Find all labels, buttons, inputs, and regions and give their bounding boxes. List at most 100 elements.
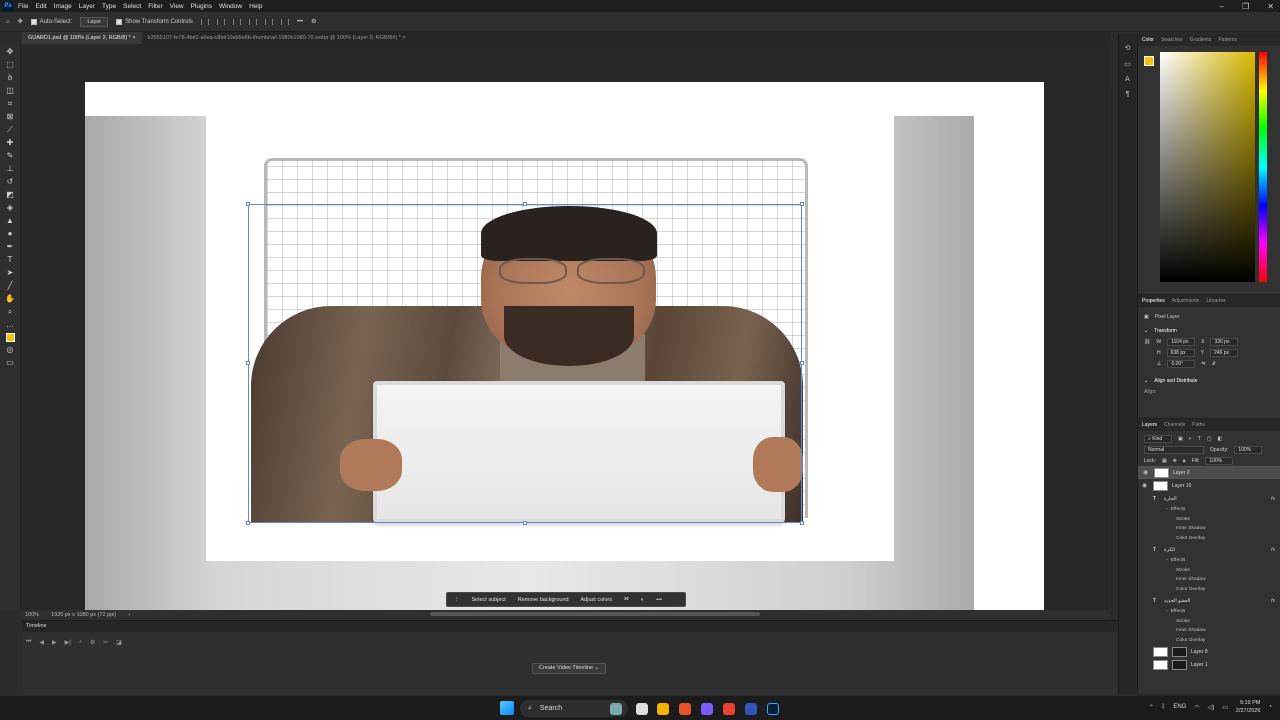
marquee-icon[interactable]: ⬚ bbox=[5, 60, 16, 70]
show-transform-option[interactable]: Show Transform Controls bbox=[116, 18, 193, 25]
menu-view[interactable]: View bbox=[170, 3, 184, 10]
chevron-up-icon[interactable]: ⌃ bbox=[1149, 704, 1154, 711]
frame-icon[interactable]: ⊠ bbox=[5, 112, 16, 122]
home-icon[interactable]: ⌂ bbox=[6, 19, 10, 25]
chevron-down-icon[interactable]: ⌄ bbox=[595, 665, 600, 671]
align-middle-icon[interactable] bbox=[264, 18, 273, 25]
zoom-icon[interactable]: ⌕ bbox=[5, 307, 16, 317]
visibility-eye-icon[interactable]: ◉ bbox=[1143, 469, 1150, 476]
filter-smart-icon[interactable]: ◧ bbox=[1218, 436, 1223, 442]
clone-stamp-icon[interactable]: ⊥ bbox=[5, 164, 16, 174]
tab-patterns[interactable]: Patterns bbox=[1218, 37, 1237, 43]
lasso-icon[interactable]: ꝺ bbox=[5, 73, 16, 83]
type-icon[interactable]: T bbox=[5, 255, 16, 265]
tab-guard1[interactable]: GUARD1.psd @ 100% (Layer 2, RGB/8) * × bbox=[22, 32, 142, 44]
tab-adjustments[interactable]: Adjustments bbox=[1172, 298, 1200, 304]
app-icon[interactable] bbox=[701, 703, 713, 715]
task-view-icon[interactable] bbox=[610, 703, 622, 715]
filter-shape-icon[interactable]: ▢ bbox=[1207, 436, 1212, 442]
show-transform-checkbox[interactable] bbox=[116, 18, 123, 25]
transform-handle[interactable] bbox=[523, 521, 527, 525]
tab-properties[interactable]: Properties bbox=[1142, 298, 1165, 304]
close-tab-icon[interactable]: × bbox=[132, 35, 135, 41]
screen-mode-icon[interactable]: ▭ bbox=[5, 358, 16, 368]
transform-handle[interactable] bbox=[246, 521, 250, 525]
tab-channels[interactable]: Channels bbox=[1164, 422, 1185, 428]
zoom-level[interactable]: 100% bbox=[25, 612, 39, 618]
fx-icon[interactable]: fx bbox=[1271, 547, 1275, 553]
language-indicator[interactable]: ENG bbox=[1173, 704, 1186, 710]
filter-adjust-icon[interactable]: ◐ bbox=[1189, 436, 1192, 442]
align-section[interactable]: ⌄ Align and Distribute bbox=[1138, 375, 1280, 386]
align-left-icon[interactable] bbox=[200, 18, 209, 25]
path-select-icon[interactable]: ➤ bbox=[5, 268, 16, 278]
clock[interactable]: 9:19 PM 2/27/2026 bbox=[1236, 699, 1260, 715]
tab-swatches[interactable]: Swatches bbox=[1161, 37, 1183, 43]
tab-libraries[interactable]: Libraries bbox=[1206, 298, 1225, 304]
menu-layer[interactable]: Layer bbox=[79, 3, 95, 10]
create-video-timeline-button[interactable]: Create Video Timeline ⌄ bbox=[532, 663, 607, 674]
vertical-scrollbar[interactable] bbox=[1109, 88, 1110, 610]
effects-row[interactable]: ◦ Effects bbox=[1138, 505, 1280, 515]
layer-name[interactable]: الحارة bbox=[1164, 496, 1177, 502]
lock-pixels-icon[interactable]: ▦ bbox=[1162, 458, 1167, 464]
foreground-swatch[interactable] bbox=[1144, 56, 1154, 66]
mask-icon[interactable]: ◐ bbox=[638, 596, 647, 604]
layer-name[interactable]: Layer 2 bbox=[1173, 470, 1190, 476]
fill-field[interactable]: 100% bbox=[1205, 456, 1234, 465]
settings-gear-icon[interactable]: ⚙ bbox=[311, 18, 316, 25]
layer-row[interactable]: ◉ Layer 10 bbox=[1138, 479, 1280, 492]
opacity-field[interactable]: 100% bbox=[1234, 445, 1263, 454]
effect-row[interactable]: Inner Shadow bbox=[1138, 524, 1280, 534]
effects-row[interactable]: ◦ Effects bbox=[1138, 556, 1280, 566]
select-subject-button[interactable]: Select subject bbox=[469, 596, 509, 604]
transform-icon[interactable]: ⟗ bbox=[621, 595, 632, 604]
more-options-icon[interactable]: ••• bbox=[297, 19, 303, 25]
file-explorer-icon[interactable] bbox=[657, 703, 669, 715]
menu-window[interactable]: Window bbox=[219, 3, 242, 10]
next-frame-icon[interactable]: ▶| bbox=[65, 639, 71, 646]
menu-plugins[interactable]: Plugins bbox=[191, 3, 212, 10]
layer-name[interactable]: Layer 1 bbox=[1191, 662, 1208, 668]
menu-filter[interactable]: Filter bbox=[148, 3, 162, 10]
tab-gradients[interactable]: Gradients bbox=[1190, 37, 1212, 43]
layer-row[interactable]: Layer 1 bbox=[1138, 658, 1280, 671]
split-icon[interactable]: ✂ bbox=[103, 639, 108, 646]
height-field[interactable]: 638 px bbox=[1166, 348, 1195, 357]
move-tool-icon[interactable]: ✥ bbox=[18, 18, 23, 25]
prev-frame-icon[interactable]: ◀ bbox=[39, 639, 44, 646]
audio-icon[interactable]: ♪ bbox=[79, 639, 82, 646]
horizontal-scrollbar[interactable] bbox=[430, 612, 760, 616]
lock-position-icon[interactable]: ✥ bbox=[1173, 458, 1177, 464]
notification-bell-icon[interactable]: ◔ bbox=[1268, 704, 1272, 710]
effect-row[interactable]: Inner Shadow bbox=[1138, 575, 1280, 585]
flip-horizontal-icon[interactable]: ⇋ bbox=[1201, 361, 1205, 367]
play-icon[interactable]: ▶ bbox=[52, 639, 57, 646]
transform-handle[interactable] bbox=[800, 202, 804, 206]
color-picker-field[interactable] bbox=[1160, 52, 1255, 282]
menu-edit[interactable]: Edit bbox=[35, 3, 46, 10]
effects-eye-icon[interactable]: ◦ bbox=[1166, 507, 1168, 512]
width-field[interactable]: 1104 px bbox=[1167, 337, 1196, 346]
auto-select-checkbox[interactable] bbox=[30, 18, 37, 25]
filter-type-icon[interactable]: T bbox=[1198, 436, 1201, 442]
effect-row[interactable]: Stroke bbox=[1138, 515, 1280, 525]
more-icon[interactable]: ••• bbox=[653, 596, 665, 604]
tab-thumbnail[interactable]: b3555107-fe78-4bd1-a6ea-c8bd10ab5e6b-thu… bbox=[142, 32, 412, 44]
layer-name[interactable]: Layer 8 bbox=[1191, 649, 1208, 655]
layer-row[interactable]: ◉ Layer 2 bbox=[1138, 466, 1280, 479]
crop-icon[interactable]: ⌗ bbox=[5, 99, 16, 109]
line-icon[interactable]: ╱ bbox=[5, 281, 16, 291]
drag-handle-icon[interactable]: ⋮ bbox=[451, 596, 463, 604]
transform-handle[interactable] bbox=[246, 202, 250, 206]
history-icon[interactable]: ⟲ bbox=[1125, 44, 1131, 52]
filter-pixel-icon[interactable]: ▣ bbox=[1178, 436, 1183, 442]
effect-row[interactable]: Color Overlay bbox=[1138, 636, 1280, 646]
eraser-icon[interactable]: ◩ bbox=[5, 190, 16, 200]
fx-icon[interactable]: fx bbox=[1271, 496, 1275, 502]
dodge-icon[interactable]: ● bbox=[5, 229, 16, 239]
layer-row[interactable]: Layer 8 bbox=[1138, 645, 1280, 658]
align-center-icon[interactable] bbox=[216, 18, 225, 25]
adjust-colors-button[interactable]: Adjust colors bbox=[578, 596, 616, 604]
chevron-down-icon[interactable]: ⌄ bbox=[1144, 378, 1148, 384]
